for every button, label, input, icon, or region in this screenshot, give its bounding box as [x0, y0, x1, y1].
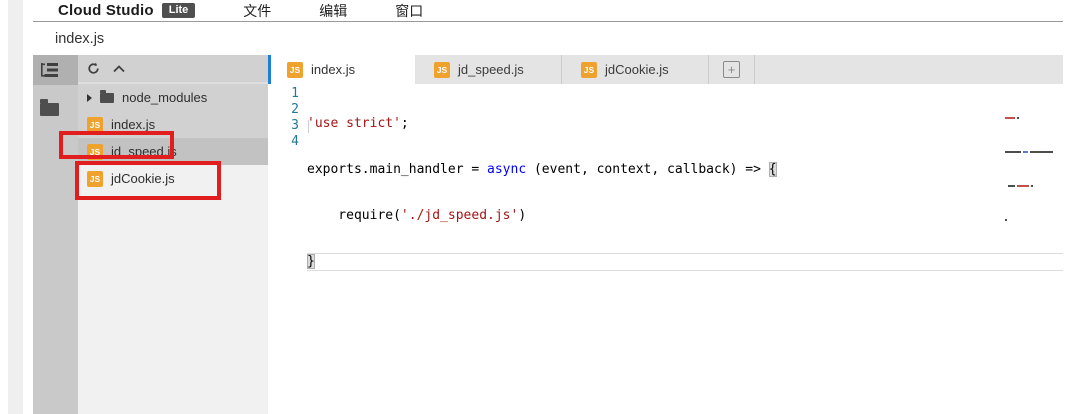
app-container: Cloud Studio Lite 文件 编辑 窗口 index.js [33, 0, 1063, 414]
code-line-4-current: } [307, 254, 1063, 270]
annotation-box-jdcookie [75, 161, 221, 200]
file-explorer-panel: node_modules JS index.js JS jd_speed.js … [78, 55, 268, 414]
code-area[interactable]: 'use strict'; exports.main_handler = asy… [307, 84, 1063, 414]
code-line-2: exports.main_handler = async (event, con… [307, 162, 1063, 178]
line-number-gutter: 1 2 3 4 [268, 84, 307, 414]
tab-label: jd_speed.js [458, 62, 524, 77]
string-literal: 'use strict' [307, 116, 401, 131]
page-title: index.js [55, 31, 104, 47]
code-line-1: 'use strict'; [307, 116, 1063, 132]
lite-badge: Lite [162, 3, 196, 18]
activity-bar [33, 55, 78, 414]
app-logo: Cloud Studio [58, 2, 154, 19]
activity-files-button[interactable] [33, 94, 78, 124]
tab-jdcookie-js[interactable]: JS jdCookie.js [562, 55, 709, 84]
line-number: 1 [268, 86, 307, 102]
folder-icon [40, 103, 59, 116]
code-text: ) [518, 208, 526, 223]
code-text: exports.main_handler = [307, 162, 487, 177]
tab-index-js[interactable]: JS index.js [268, 55, 415, 84]
js-file-icon: JS [434, 62, 450, 78]
bracket-match-highlight: } [307, 254, 315, 269]
activity-explorer-button[interactable] [33, 55, 78, 85]
code-text: require( [307, 208, 401, 223]
indent-guide [308, 120, 309, 133]
tree-item-label: index.js [111, 117, 155, 132]
minimap[interactable] [1005, 87, 1057, 253]
editor-group: JS index.js JS jd_speed.js JS jdCookie.j… [268, 55, 1063, 414]
string-literal: './jd_speed.js' [401, 208, 518, 223]
bracket-match-highlight: { [769, 162, 777, 177]
tab-bar: JS index.js JS jd_speed.js JS jdCookie.j… [268, 55, 1063, 84]
tab-label: index.js [311, 62, 355, 77]
code-line-3: require('./jd_speed.js') [307, 208, 1063, 224]
main-area: node_modules JS index.js JS jd_speed.js … [33, 55, 1063, 414]
tab-label: jdCookie.js [605, 62, 669, 77]
page-scrollbar-strip[interactable] [8, 0, 23, 414]
tree-item-label: node_modules [122, 90, 207, 105]
line-number: 3 [268, 118, 307, 134]
annotation-box-jd-speed [59, 131, 174, 159]
code-text: (event, context, callback) => [526, 162, 769, 177]
keyword: async [487, 162, 526, 177]
menu-bar: Cloud Studio Lite 文件 编辑 窗口 [33, 0, 1063, 22]
tree-item-node-modules[interactable]: node_modules [78, 84, 268, 111]
plus-icon: + [723, 61, 740, 78]
line-number: 2 [268, 102, 307, 118]
code-editor[interactable]: 1 2 3 4 'use strict'; exports.main_handl… [268, 84, 1063, 414]
menu-edit[interactable]: 编辑 [319, 1, 347, 21]
cloud-studio-window: Cloud Studio Lite 文件 编辑 窗口 index.js [0, 0, 1067, 414]
menu-file[interactable]: 文件 [243, 1, 271, 21]
collapse-all-icon[interactable] [113, 65, 125, 73]
js-file-icon: JS [287, 62, 303, 78]
js-file-icon: JS [581, 62, 597, 78]
breadcrumb: index.js [33, 22, 1063, 55]
tab-jd-speed-js[interactable]: JS jd_speed.js [415, 55, 562, 84]
new-tab-button[interactable]: + [709, 55, 755, 84]
tree-view-icon [40, 62, 59, 78]
menu-window[interactable]: 窗口 [395, 1, 423, 21]
refresh-icon[interactable] [87, 62, 100, 75]
chevron-right-icon[interactable] [87, 94, 92, 102]
folder-icon [100, 93, 114, 103]
code-text: ; [401, 116, 409, 131]
explorer-toolbar [78, 55, 268, 84]
line-number: 4 [268, 134, 307, 150]
